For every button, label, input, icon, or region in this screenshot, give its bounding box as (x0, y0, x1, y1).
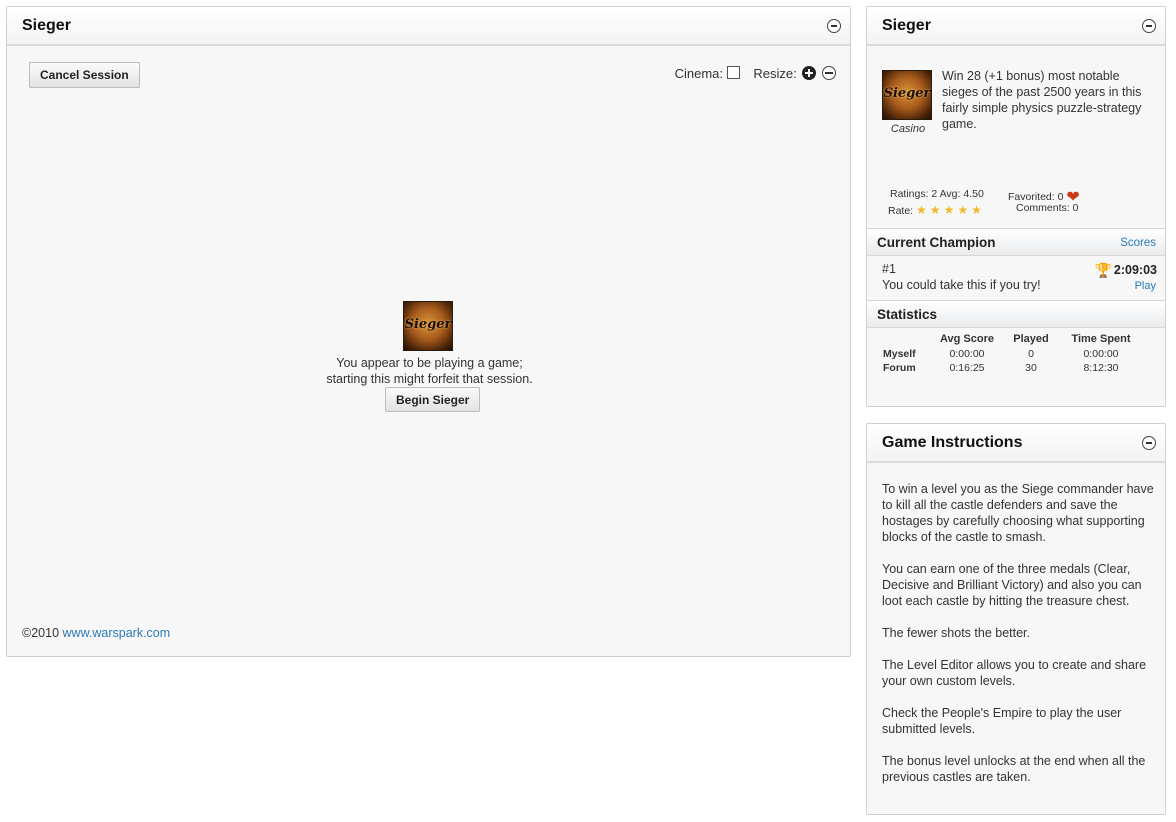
info-panel-header: Sieger (867, 7, 1165, 46)
instructions-text: To win a level you as the Siege commande… (882, 481, 1154, 801)
zoom-in-icon[interactable] (802, 66, 817, 80)
trophy-icon: 🏆 (1094, 262, 1112, 278)
resize-control: Resize: (753, 66, 836, 81)
game-panel: Sieger Cancel Session Cinema: Resize: Si… (6, 6, 851, 657)
ratings-summary: Ratings: 2 Avg: 4.50 (890, 188, 984, 200)
stats-header-avg: Avg Score (939, 333, 994, 345)
champion-header: Current Champion Scores (867, 228, 1165, 256)
champion-title: Current Champion (877, 235, 996, 250)
table-row: Forum 0:16:25 30 8:12:30 (883, 361, 1143, 375)
cinema-control: Cinema: (675, 66, 740, 81)
warspark-link[interactable]: www.warspark.com (63, 626, 171, 640)
game-info-panel: Sieger Sieger Casino Win 28 (+1 bonus) m… (866, 6, 1166, 407)
statistics-title: Statistics (877, 307, 938, 322)
statistics-header: Statistics (867, 300, 1165, 328)
stats-header-time: Time Spent (1071, 333, 1131, 345)
instruction-paragraph: Check the People's Empire to play the us… (882, 706, 1122, 736)
star-icon[interactable]: ★ (944, 203, 955, 217)
champion-time: 🏆 2:09:03 (1094, 262, 1157, 279)
copyright-text: ©2010 (22, 626, 60, 640)
comments-count: Comments: 0 (1016, 202, 1079, 214)
session-warning-line2: starting this might forfeit that session… (326, 372, 533, 386)
scores-link[interactable]: Scores (1120, 237, 1156, 249)
session-warning-line1: You appear to be playing a game; (336, 356, 523, 370)
champion-rank: #1 (882, 262, 896, 276)
collapse-icon[interactable] (827, 19, 841, 33)
champion-time-value: 2:09:03 (1113, 263, 1157, 277)
stats-header-blank (883, 333, 931, 347)
cinema-label: Cinema: (674, 66, 723, 81)
champion-message: You could take this if you try! (882, 278, 1041, 292)
star-icon[interactable]: ★ (971, 203, 982, 217)
instruction-paragraph: The bonus level unlocks at the end when … (882, 754, 1146, 784)
stats-avg-score: 0:16:25 (949, 362, 985, 374)
game-genre: Casino (890, 123, 926, 135)
instruction-paragraph: The fewer shots the better. (882, 626, 1030, 640)
game-thumbnail[interactable]: Sieger (882, 70, 932, 120)
rate-row: Rate: ★ ★ ★ ★ ★ (888, 203, 985, 217)
stats-time-spent: 8:12:30 (1083, 362, 1119, 374)
game-thumbnail-text: Sieger (883, 86, 931, 101)
play-link[interactable]: Play (1135, 280, 1156, 292)
game-panel-header: Sieger (7, 7, 850, 46)
stats-played: 0 (1028, 348, 1034, 360)
rate-label: Rate: (888, 205, 914, 217)
instruction-paragraph: You can earn one of the three medals (Cl… (882, 562, 1142, 608)
cinema-checkbox[interactable] (727, 66, 740, 79)
game-logo-image: Sieger (403, 301, 453, 351)
collapse-icon[interactable] (1142, 436, 1156, 450)
instruction-paragraph: The Level Editor allows you to create an… (882, 658, 1147, 688)
star-icon[interactable]: ★ (957, 203, 968, 217)
instructions-panel: Game Instructions To win a level you as … (866, 423, 1166, 815)
statistics-table: Avg Score Played Time Spent Myself 0:00:… (883, 333, 1143, 375)
game-logo-text: Sieger (404, 317, 452, 332)
resize-label: Resize: (753, 66, 797, 81)
info-panel-title: Sieger (882, 17, 931, 34)
star-icon[interactable]: ★ (916, 203, 927, 217)
stats-row-label: Forum (883, 362, 916, 374)
stats-time-spent: 0:00:00 (1083, 348, 1119, 360)
game-description: Win 28 (+1 bonus) most notable sieges of… (942, 69, 1142, 131)
game-panel-title: Sieger (22, 17, 71, 34)
zoom-out-icon[interactable] (822, 66, 836, 80)
stats-header-played: Played (1013, 333, 1049, 345)
instructions-panel-title: Game Instructions (882, 434, 1023, 451)
cancel-session-button[interactable]: Cancel Session (29, 62, 140, 88)
instruction-paragraph: To win a level you as the Siege commande… (882, 482, 1154, 544)
instructions-panel-header: Game Instructions (867, 424, 1165, 463)
stats-avg-score: 0:00:00 (949, 348, 985, 360)
star-icon[interactable]: ★ (930, 203, 941, 217)
begin-game-button[interactable]: Begin Sieger (385, 387, 481, 412)
stats-row-label: Myself (883, 348, 916, 360)
stats-played: 30 (1025, 362, 1037, 374)
copyright-footer: ©2010 www.warspark.com (22, 626, 170, 640)
table-row: Myself 0:00:00 0 0:00:00 (883, 347, 1143, 361)
collapse-icon[interactable] (1142, 19, 1156, 33)
